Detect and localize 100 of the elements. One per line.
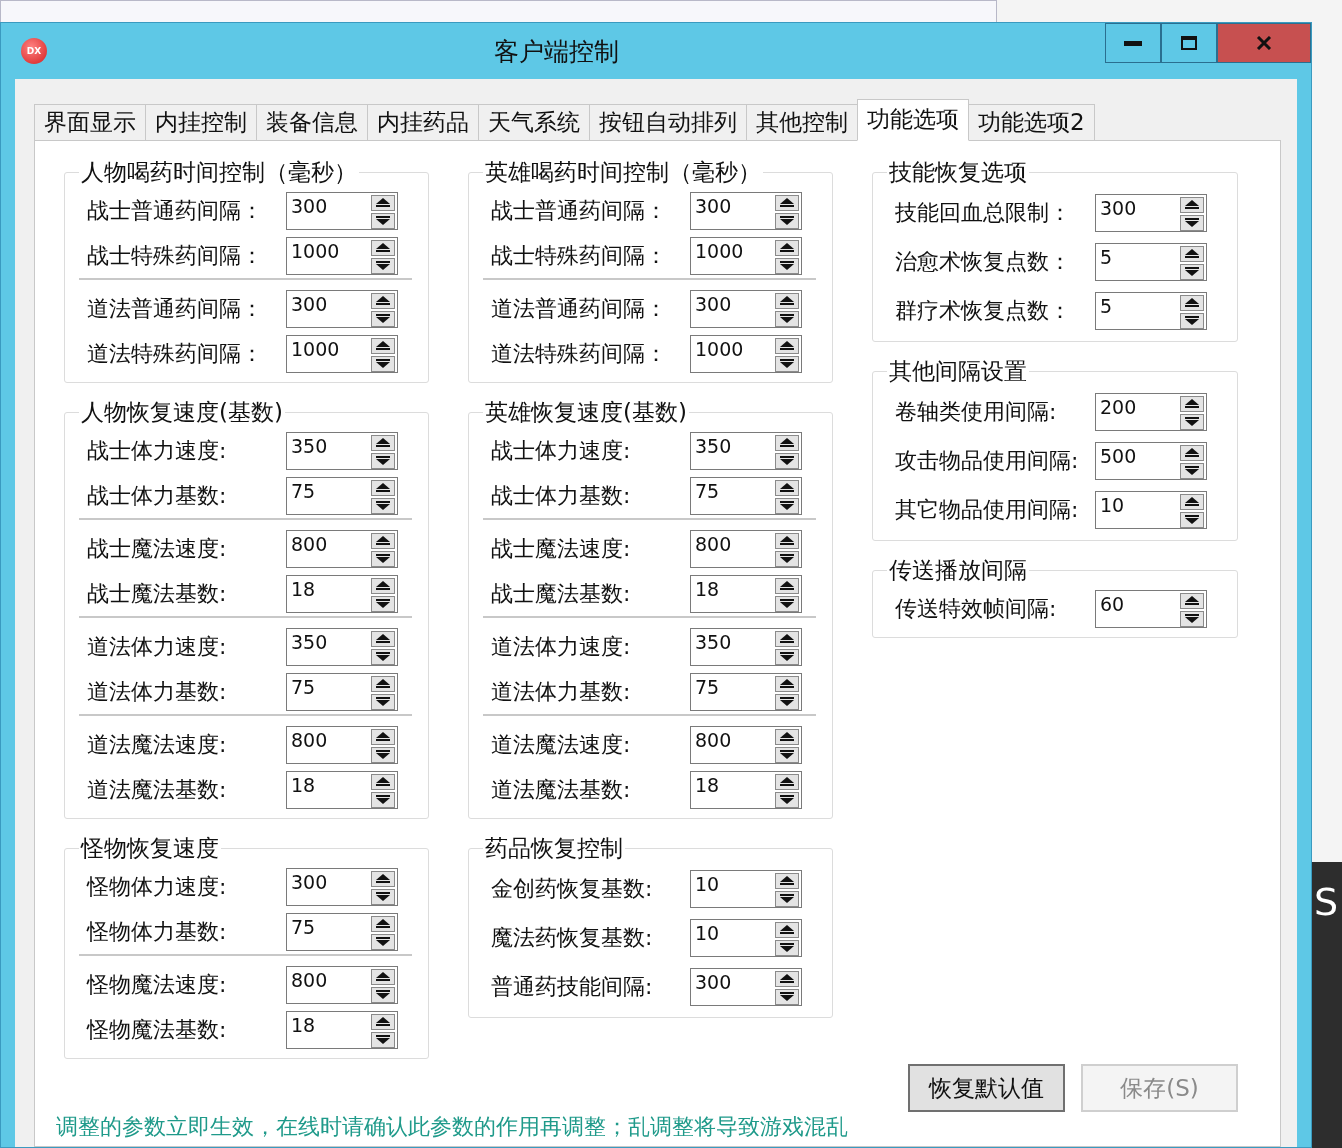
number-spinner[interactable]: 75 bbox=[286, 476, 398, 515]
spin-down-button[interactable] bbox=[1180, 312, 1204, 329]
spin-up-button[interactable] bbox=[1180, 444, 1204, 461]
number-spinner[interactable]: 10 bbox=[1095, 490, 1207, 529]
spin-up-button[interactable] bbox=[1180, 493, 1204, 510]
number-spinner[interactable]: 200 bbox=[1095, 392, 1207, 431]
spin-up-button[interactable] bbox=[775, 872, 799, 889]
spin-up-button[interactable] bbox=[371, 728, 395, 745]
number-spinner[interactable]: 300 bbox=[690, 967, 802, 1006]
spin-up-button[interactable] bbox=[1180, 294, 1204, 311]
spin-down-button[interactable] bbox=[775, 310, 799, 327]
number-spinner[interactable]: 75 bbox=[690, 672, 802, 711]
spin-down-button[interactable] bbox=[371, 933, 395, 950]
dialog-button[interactable]: 恢复默认值 bbox=[908, 1064, 1065, 1112]
spin-down-button[interactable] bbox=[1180, 462, 1204, 479]
number-spinner[interactable]: 300 bbox=[286, 289, 398, 328]
number-spinner[interactable]: 18 bbox=[286, 770, 398, 809]
spin-down-button[interactable] bbox=[1180, 214, 1204, 231]
number-spinner[interactable]: 800 bbox=[690, 529, 802, 568]
spin-down-button[interactable] bbox=[775, 212, 799, 229]
spin-up-button[interactable] bbox=[775, 292, 799, 309]
number-spinner[interactable]: 1000 bbox=[690, 236, 802, 275]
number-spinner[interactable]: 10 bbox=[690, 918, 802, 957]
number-spinner[interactable]: 800 bbox=[690, 725, 802, 764]
spin-up-button[interactable] bbox=[371, 915, 395, 932]
number-spinner[interactable]: 500 bbox=[1095, 441, 1207, 480]
spin-down-button[interactable] bbox=[371, 791, 395, 808]
spin-up-button[interactable] bbox=[371, 773, 395, 790]
spin-up-button[interactable] bbox=[371, 434, 395, 451]
number-spinner[interactable]: 75 bbox=[286, 912, 398, 951]
spin-up-button[interactable] bbox=[371, 479, 395, 496]
spin-down-button[interactable] bbox=[1180, 413, 1204, 430]
spin-up-button[interactable] bbox=[371, 675, 395, 692]
number-spinner[interactable]: 800 bbox=[286, 965, 398, 1004]
spin-down-button[interactable] bbox=[371, 648, 395, 665]
tab[interactable]: 功能选项2 bbox=[968, 104, 1095, 141]
number-spinner[interactable]: 5 bbox=[1095, 291, 1207, 330]
tab[interactable]: 功能选项 bbox=[857, 99, 969, 141]
spin-up-button[interactable] bbox=[371, 532, 395, 549]
spin-down-button[interactable] bbox=[371, 452, 395, 469]
number-spinner[interactable]: 18 bbox=[690, 770, 802, 809]
spin-down-button[interactable] bbox=[775, 648, 799, 665]
spin-down-button[interactable] bbox=[775, 452, 799, 469]
spin-up-button[interactable] bbox=[371, 870, 395, 887]
spin-down-button[interactable] bbox=[371, 746, 395, 763]
spin-up-button[interactable] bbox=[371, 194, 395, 211]
minimize-button[interactable] bbox=[1105, 23, 1161, 63]
spin-down-button[interactable] bbox=[371, 550, 395, 567]
spin-up-button[interactable] bbox=[775, 970, 799, 987]
maximize-button[interactable] bbox=[1161, 23, 1217, 63]
number-spinner[interactable]: 300 bbox=[286, 867, 398, 906]
number-spinner[interactable]: 350 bbox=[690, 627, 802, 666]
spin-down-button[interactable] bbox=[775, 746, 799, 763]
spin-down-button[interactable] bbox=[371, 595, 395, 612]
spin-up-button[interactable] bbox=[371, 292, 395, 309]
spin-down-button[interactable] bbox=[371, 986, 395, 1003]
spin-up-button[interactable] bbox=[775, 630, 799, 647]
number-spinner[interactable]: 18 bbox=[690, 574, 802, 613]
spin-down-button[interactable] bbox=[371, 310, 395, 327]
spin-up-button[interactable] bbox=[1180, 196, 1204, 213]
spin-up-button[interactable] bbox=[775, 434, 799, 451]
number-spinner[interactable]: 75 bbox=[286, 672, 398, 711]
number-spinner[interactable]: 350 bbox=[286, 627, 398, 666]
spin-down-button[interactable] bbox=[371, 257, 395, 274]
number-spinner[interactable]: 1000 bbox=[690, 334, 802, 373]
spin-down-button[interactable] bbox=[775, 497, 799, 514]
number-spinner[interactable]: 75 bbox=[690, 476, 802, 515]
spin-down-button[interactable] bbox=[775, 595, 799, 612]
tab[interactable]: 界面显示 bbox=[34, 104, 146, 141]
spin-up-button[interactable] bbox=[775, 479, 799, 496]
spin-down-button[interactable] bbox=[775, 988, 799, 1005]
number-spinner[interactable]: 5 bbox=[1095, 242, 1207, 281]
spin-up-button[interactable] bbox=[775, 577, 799, 594]
spin-up-button[interactable] bbox=[775, 675, 799, 692]
spin-up-button[interactable] bbox=[775, 239, 799, 256]
spin-down-button[interactable] bbox=[371, 497, 395, 514]
spin-up-button[interactable] bbox=[371, 337, 395, 354]
spin-down-button[interactable] bbox=[371, 1031, 395, 1048]
spin-down-button[interactable] bbox=[775, 693, 799, 710]
spin-down-button[interactable] bbox=[775, 791, 799, 808]
spin-down-button[interactable] bbox=[775, 355, 799, 372]
number-spinner[interactable]: 1000 bbox=[286, 334, 398, 373]
spin-down-button[interactable] bbox=[775, 257, 799, 274]
spin-up-button[interactable] bbox=[775, 532, 799, 549]
number-spinner[interactable]: 350 bbox=[286, 431, 398, 470]
number-spinner[interactable]: 10 bbox=[690, 869, 802, 908]
spin-down-button[interactable] bbox=[1180, 610, 1204, 627]
number-spinner[interactable]: 800 bbox=[286, 725, 398, 764]
spin-up-button[interactable] bbox=[775, 194, 799, 211]
number-spinner[interactable]: 300 bbox=[286, 191, 398, 230]
spin-up-button[interactable] bbox=[371, 968, 395, 985]
spin-up-button[interactable] bbox=[1180, 395, 1204, 412]
spin-down-button[interactable] bbox=[371, 693, 395, 710]
spin-down-button[interactable] bbox=[371, 355, 395, 372]
number-spinner[interactable]: 350 bbox=[690, 431, 802, 470]
spin-down-button[interactable] bbox=[775, 550, 799, 567]
spin-up-button[interactable] bbox=[1180, 245, 1204, 262]
spin-up-button[interactable] bbox=[775, 337, 799, 354]
spin-down-button[interactable] bbox=[775, 890, 799, 907]
number-spinner[interactable]: 1000 bbox=[286, 236, 398, 275]
